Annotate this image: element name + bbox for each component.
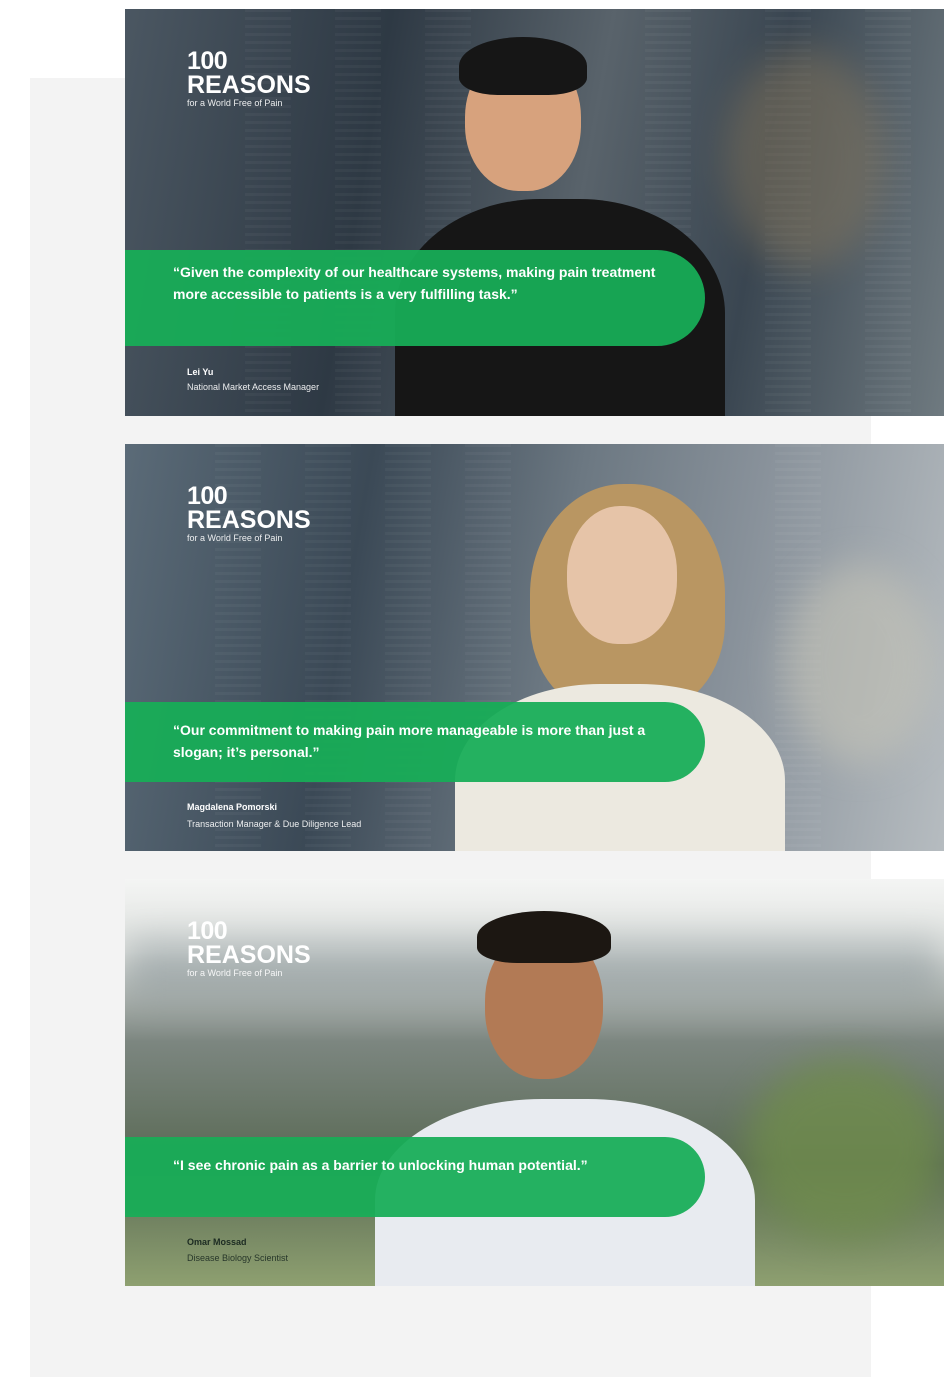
person-name: Magdalena Pomorski xyxy=(187,802,278,812)
testimonial-card-1[interactable]: 100 REASONS for a World Free of Pain “Gi… xyxy=(125,9,944,416)
testimonial-card-3[interactable]: 100 REASONS for a World Free of Pain “I … xyxy=(125,879,944,1286)
logo-word: REASONS xyxy=(187,506,311,534)
hundred-reasons-logo: 100 REASONS for a World Free of Pain xyxy=(187,484,311,543)
logo-tagline: for a World Free of Pain xyxy=(187,533,283,543)
quote-band xyxy=(125,1137,705,1217)
hundred-reasons-logo: 100 REASONS for a World Free of Pain xyxy=(187,919,311,978)
background-blur xyxy=(785,564,935,764)
quote-text: “I see chronic pain as a barrier to unlo… xyxy=(173,1157,588,1173)
shrub-background xyxy=(745,1059,944,1239)
logo-tagline: for a World Free of Pain xyxy=(187,968,283,978)
person-name: Lei Yu xyxy=(187,367,214,377)
testimonial-card-2[interactable]: 100 REASONS for a World Free of Pain “Ou… xyxy=(125,444,944,851)
quote-text: “Our commitment to making pain more mana… xyxy=(173,722,646,760)
logo-tagline: for a World Free of Pain xyxy=(187,98,283,108)
logo-word: REASONS xyxy=(187,941,311,969)
logo-word: REASONS xyxy=(187,71,311,99)
background-blur xyxy=(725,49,885,269)
hundred-reasons-logo: 100 REASONS for a World Free of Pain xyxy=(187,49,311,108)
person-role: Transaction Manager & Due Diligence Lead xyxy=(187,819,362,829)
person-role: National Market Access Manager xyxy=(187,382,320,392)
quote-text: “Given the complexity of our healthcare … xyxy=(173,264,656,302)
person-name: Omar Mossad xyxy=(187,1237,247,1247)
person-role: Disease Biology Scientist xyxy=(187,1253,289,1263)
